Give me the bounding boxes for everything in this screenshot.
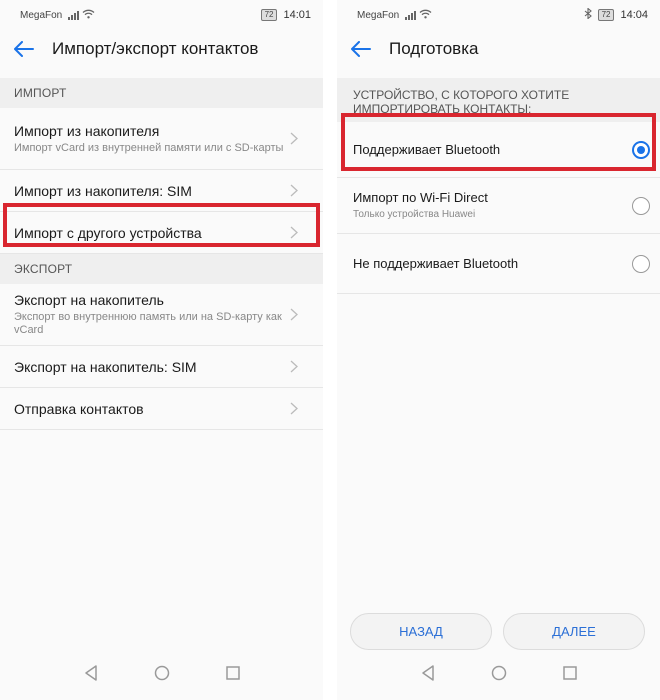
option-title: Не поддерживает Bluetooth xyxy=(353,256,519,271)
nav-home-icon[interactable] xyxy=(154,665,170,686)
section-header-device: УСТРОЙСТВО, С КОТОРОГО ХОТИТЕ ИМПОРТИРОВ… xyxy=(337,78,660,122)
item-title: Импорт из накопителя: SIM xyxy=(14,182,192,199)
radio-button[interactable] xyxy=(632,254,650,273)
item-title: Отправка контактов xyxy=(14,400,144,417)
chevron-right-icon xyxy=(289,184,299,198)
import-export-screen: MegaFon 72 14:01 Импорт/экспорт контакто… xyxy=(0,0,323,700)
item-title: Импорт с другого устройства xyxy=(14,224,202,241)
nav-home-icon[interactable] xyxy=(491,665,507,686)
import-from-storage-item[interactable]: Импорт из накопителя Импорт vCard из вну… xyxy=(0,108,323,170)
import-from-sim-item[interactable]: Импорт из накопителя: SIM xyxy=(0,170,323,212)
status-bar: MegaFon 72 14:01 xyxy=(0,0,323,30)
nav-recents-icon[interactable] xyxy=(562,665,577,685)
chevron-right-icon xyxy=(289,226,299,240)
chevron-right-icon xyxy=(289,360,299,374)
nav-back-icon[interactable] xyxy=(421,664,435,686)
app-bar: Подготовка xyxy=(337,30,660,68)
export-to-sim-item[interactable]: Экспорт на накопитель: SIM xyxy=(0,346,323,388)
nav-back-icon[interactable] xyxy=(84,664,98,686)
send-contacts-item[interactable]: Отправка контактов xyxy=(0,388,323,430)
signal-icon xyxy=(68,10,80,20)
wifi-icon xyxy=(419,9,432,22)
back-button[interactable]: НАЗАД xyxy=(350,613,492,650)
navigation-bar xyxy=(337,650,660,700)
item-description: Импорт vCard из внутренней памяти или с … xyxy=(14,141,284,154)
chevron-right-icon xyxy=(289,402,299,416)
radio-button-checked[interactable] xyxy=(632,140,650,159)
back-arrow-icon[interactable] xyxy=(12,37,36,61)
preparation-screen: MegaFon 72 14:04 Подготовка УСТРОЙСТВО, … xyxy=(337,0,660,700)
export-to-storage-item[interactable]: Экспорт на накопитель Экспорт во внутрен… xyxy=(0,284,323,346)
import-from-other-device-item[interactable]: Импорт с другого устройства xyxy=(0,212,323,254)
clock: 14:01 xyxy=(283,9,311,21)
option-supports-bluetooth[interactable]: Поддерживает Bluetooth xyxy=(337,122,660,178)
status-bar: MegaFon 72 14:04 xyxy=(337,0,660,30)
clock: 14:04 xyxy=(620,9,648,21)
section-header-import: ИМПОРТ xyxy=(0,78,323,108)
option-wifi-direct[interactable]: Импорт по Wi-Fi Direct Только устройства… xyxy=(337,178,660,234)
chevron-right-icon xyxy=(289,308,299,322)
bluetooth-icon xyxy=(584,7,592,22)
app-bar: Импорт/экспорт контактов xyxy=(0,30,323,68)
page-title: Импорт/экспорт контактов xyxy=(52,39,259,58)
nav-recents-icon[interactable] xyxy=(225,665,240,685)
back-arrow-icon[interactable] xyxy=(349,37,373,61)
radio-button[interactable] xyxy=(632,196,650,215)
carrier-name: MegaFon xyxy=(20,9,63,21)
navigation-bar xyxy=(0,650,323,700)
option-title: Импорт по Wi-Fi Direct xyxy=(353,190,488,205)
next-button[interactable]: ДАЛЕЕ xyxy=(503,613,645,650)
item-description: Экспорт во внутреннюю память или на SD-к… xyxy=(14,311,282,336)
signal-icon xyxy=(405,10,417,20)
section-header-export: ЭКСПОРТ xyxy=(0,254,323,284)
option-no-bluetooth[interactable]: Не поддерживает Bluetooth xyxy=(337,234,660,294)
item-title: Экспорт на накопитель xyxy=(14,292,164,308)
item-title: Импорт из накопителя xyxy=(14,122,160,139)
battery-indicator: 72 xyxy=(597,9,615,21)
option-description: Только устройства Huawei xyxy=(353,209,476,220)
carrier-name: MegaFon xyxy=(357,9,400,21)
wifi-icon xyxy=(82,9,95,22)
option-title: Поддерживает Bluetooth xyxy=(353,142,501,157)
battery-indicator: 72 xyxy=(260,9,278,21)
item-title: Экспорт на накопитель: SIM xyxy=(14,358,197,375)
chevron-right-icon xyxy=(289,132,299,146)
page-title: Подготовка xyxy=(389,39,479,58)
